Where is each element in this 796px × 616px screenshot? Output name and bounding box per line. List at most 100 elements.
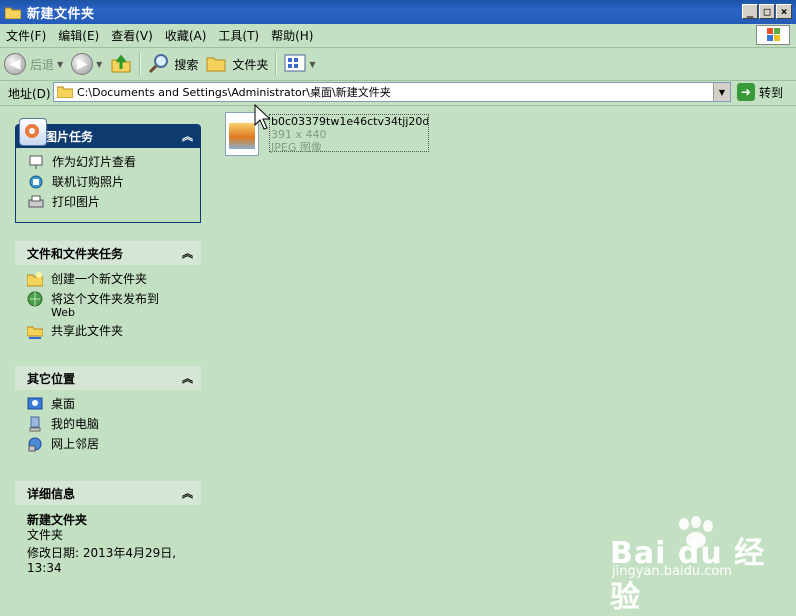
share-folder-icon	[26, 323, 44, 339]
place-desktop[interactable]: 桌面	[27, 396, 201, 416]
close-button[interactable]: ×	[776, 4, 792, 19]
file-folder-tasks-header[interactable]: 文件和文件夹任务 ︽	[15, 241, 201, 265]
up-folder-icon	[110, 52, 132, 77]
new-folder-icon	[26, 271, 44, 287]
collapse-icon[interactable]: ︽	[182, 128, 193, 144]
folder-icon	[4, 6, 22, 19]
folders-icon	[206, 53, 228, 76]
details-body: 新建文件夹 文件夹 修改日期: 2013年4月29日, 13:34	[15, 505, 201, 584]
picture-tasks-body: 作为幻灯片查看 联机订购照片 打印图片	[15, 148, 201, 223]
chevron-down-icon[interactable]: ▼	[713, 83, 730, 101]
details-type: 文件夹	[27, 528, 64, 542]
file-item[interactable]: b0c03379tw1e46ctv34tjj20dw... 391 x 440 …	[269, 114, 429, 154]
task-label-continued: Web	[51, 306, 75, 319]
file-folder-tasks-panel: 文件和文件夹任务 ︽ 创建一个新文件夹 将这个文件夹发布到 Web 共享此文件夹	[15, 241, 201, 351]
go-button[interactable]: ➜ 转到	[737, 83, 783, 101]
printer-icon	[28, 194, 44, 210]
address-bar: 地址(D) C:\Documents and Settings\Administ…	[0, 81, 796, 106]
slideshow-icon	[28, 154, 44, 170]
go-arrow-icon: ➜	[737, 83, 755, 101]
collapse-icon[interactable]: ︽	[182, 370, 193, 386]
picture-tasks-panel: 图片任务 ︽ 作为幻灯片查看 联机订购照片 打印图片	[15, 118, 201, 223]
task-new-folder[interactable]: 创建一个新文件夹	[26, 271, 201, 291]
other-places-header[interactable]: 其它位置 ︽	[15, 366, 201, 390]
forward-arrow-icon: ▶	[71, 53, 94, 75]
address-input[interactable]: C:\Documents and Settings\Administrator\…	[53, 82, 731, 102]
chevron-down-icon[interactable]: ▼	[309, 60, 315, 69]
details-name: 新建文件夹	[27, 513, 88, 527]
collapse-icon[interactable]: ︽	[182, 485, 193, 501]
task-label: 打印图片	[52, 195, 101, 209]
place-label: 网上邻居	[51, 437, 100, 451]
panel-title: 图片任务	[45, 129, 94, 144]
task-label: 共享此文件夹	[51, 324, 124, 338]
search-icon	[148, 52, 170, 77]
views-button[interactable]: ▼	[280, 50, 319, 78]
menu-favorites[interactable]: 收藏(A)	[159, 27, 213, 44]
collapse-icon[interactable]: ︽	[182, 245, 193, 261]
details-header[interactable]: 详细信息 ︽	[15, 481, 201, 505]
file-dimensions: 391 x 440	[271, 128, 327, 141]
details-panel: 详细信息 ︽ 新建文件夹 文件夹 修改日期: 2013年4月29日, 13:34	[15, 481, 201, 584]
desktop-icon	[27, 396, 43, 412]
panel-title: 详细信息	[27, 486, 76, 501]
forward-button[interactable]: ▶ ▼	[67, 50, 106, 78]
mouse-cursor-icon	[254, 103, 272, 133]
search-button[interactable]: 搜索	[144, 50, 202, 78]
views-icon	[284, 53, 306, 76]
address-label: 地址(D)	[8, 86, 51, 101]
picture-tasks-header[interactable]: 图片任务 ︽	[15, 118, 201, 148]
folders-button[interactable]: 文件夹	[202, 50, 272, 78]
back-label: 后退	[30, 57, 55, 72]
back-arrow-icon: ◀	[4, 53, 26, 75]
task-print-pictures[interactable]: 打印图片	[28, 194, 200, 214]
menu-view[interactable]: 查看(V)	[105, 27, 159, 44]
panel-title: 其它位置	[27, 371, 76, 386]
task-order-prints[interactable]: 联机订购照片	[28, 174, 200, 194]
file-type: JPEG 图像	[271, 141, 322, 154]
other-places-body: 桌面 我的电脑 网上邻居	[15, 390, 201, 464]
menu-edit[interactable]: 编辑(E)	[52, 27, 105, 44]
back-button[interactable]: ◀ 后退 ▼	[0, 50, 67, 78]
watermark-url: jingyan.baidu.com	[612, 564, 732, 579]
chevron-down-icon[interactable]: ▼	[96, 60, 102, 69]
globe-icon	[27, 291, 43, 307]
up-button[interactable]	[106, 50, 136, 78]
details-modified: 修改日期: 2013年4月29日,	[27, 546, 177, 560]
task-label: 将这个文件夹发布到	[51, 292, 160, 306]
window-title: 新建文件夹	[27, 6, 95, 22]
task-label: 创建一个新文件夹	[51, 272, 148, 286]
panel-title: 文件和文件夹任务	[27, 246, 124, 261]
folders-label: 文件夹	[232, 57, 269, 72]
image-thumbnail	[229, 123, 255, 149]
task-label: 作为幻灯片查看	[52, 155, 137, 169]
window-controls: _ □ ×	[742, 4, 792, 19]
minimize-button[interactable]: _	[742, 4, 758, 19]
place-label: 桌面	[51, 397, 76, 411]
baidu-watermark: Bai du 经验 jingyan.baidu.com	[610, 516, 790, 615]
toolbar: ◀ 后退 ▼ ▶ ▼ 搜索 文件夹 ▼	[0, 48, 796, 81]
search-label: 搜索	[174, 57, 199, 72]
menu-bar: 文件(F) 编辑(E) 查看(V) 收藏(A) 工具(T) 帮助(H)	[0, 24, 796, 48]
maximize-button[interactable]: □	[759, 4, 775, 19]
details-time: 13:34	[27, 561, 62, 575]
windows-logo-icon	[756, 25, 790, 45]
toolbar-separator	[275, 53, 278, 75]
task-publish-web[interactable]: 将这个文件夹发布到 Web	[27, 291, 201, 323]
computer-icon	[27, 416, 43, 432]
order-prints-icon	[28, 174, 44, 190]
menu-help[interactable]: 帮助(H)	[265, 27, 319, 44]
task-slideshow[interactable]: 作为幻灯片查看	[28, 154, 200, 174]
folder-icon	[54, 84, 74, 101]
task-label: 联机订购照片	[52, 175, 125, 189]
file-folder-tasks-body: 创建一个新文件夹 将这个文件夹发布到 Web 共享此文件夹	[15, 265, 201, 351]
place-my-computer[interactable]: 我的电脑	[27, 416, 201, 436]
chevron-down-icon[interactable]: ▼	[57, 60, 63, 69]
file-name: b0c03379tw1e46ctv34tjj20dw...	[271, 115, 428, 128]
title-bar: 新建文件夹 _ □ ×	[0, 0, 796, 24]
place-network[interactable]: 网上邻居	[27, 436, 201, 456]
menu-tools[interactable]: 工具(T)	[212, 27, 265, 44]
task-share-folder[interactable]: 共享此文件夹	[26, 323, 201, 343]
menu-file[interactable]: 文件(F)	[0, 27, 52, 44]
place-label: 我的电脑	[51, 417, 100, 431]
